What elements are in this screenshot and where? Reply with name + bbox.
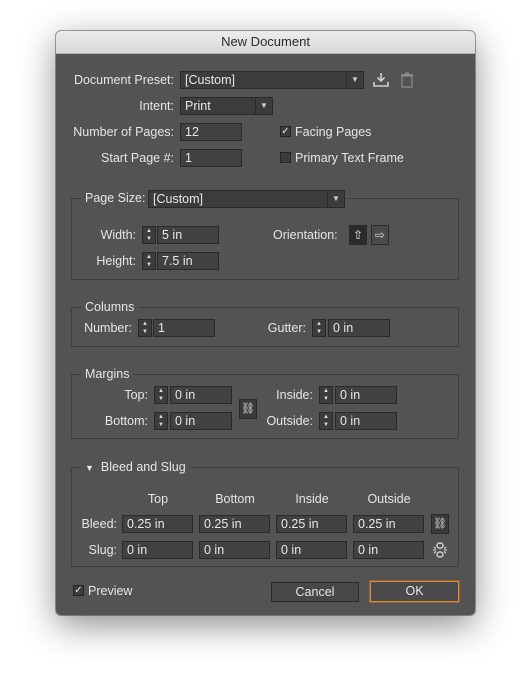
chevron-down-icon: ▼ [346, 72, 363, 88]
portrait-orientation-icon[interactable]: ⇧ [349, 225, 367, 245]
link-bleed-icon[interactable]: ⛓ [431, 514, 449, 534]
stepper-down-icon[interactable]: ▼ [320, 421, 332, 429]
gutter-stepper[interactable]: ▲ ▼ [312, 319, 326, 337]
stepper-up-icon[interactable]: ▲ [320, 413, 332, 421]
orientation-label: Orientation: [273, 228, 338, 242]
page-size-dropdown[interactable]: [Custom] ▼ [148, 190, 345, 208]
bleed-label: Bleed: [81, 517, 117, 531]
columns-number-input[interactable]: 1 [153, 319, 215, 337]
stepper-up-icon[interactable]: ▲ [320, 387, 332, 395]
page-size-value: [Custom] [153, 192, 204, 206]
stepper-down-icon[interactable]: ▼ [139, 328, 151, 336]
preview-checkbox[interactable]: ✓ [73, 585, 84, 596]
stepper-down-icon[interactable]: ▼ [143, 261, 155, 269]
chevron-down-icon: ▼ [327, 191, 344, 207]
save-preset-icon[interactable] [372, 72, 390, 88]
document-preset-value: [Custom] [185, 73, 236, 87]
bleed-bottom-input[interactable]: 0.25 in [199, 515, 270, 533]
margin-outside-label: Outside: [266, 414, 313, 428]
chevron-down-icon: ▼ [255, 98, 272, 114]
height-stepper[interactable]: ▲ ▼ [142, 252, 156, 270]
columns-number-label: Number: [84, 321, 132, 335]
facing-pages-checkbox[interactable]: ✓ [280, 126, 291, 137]
margin-inside-label: Inside: [276, 388, 313, 402]
stepper-down-icon[interactable]: ▼ [320, 395, 332, 403]
document-preset-dropdown[interactable]: [Custom] ▼ [180, 71, 364, 89]
start-page-label: Start Page #: [101, 151, 174, 165]
margin-outside-stepper[interactable]: ▲ ▼ [319, 412, 333, 430]
cancel-button[interactable]: Cancel [271, 582, 359, 602]
new-document-dialog: New Document Document Preset: [Custom] ▼… [56, 31, 475, 615]
width-label: Width: [100, 228, 136, 242]
window-title: New Document [56, 31, 475, 54]
stepper-up-icon[interactable]: ▲ [143, 253, 155, 261]
margin-bottom-input[interactable]: 0 in [170, 412, 232, 430]
width-input[interactable]: 5 in [157, 226, 219, 244]
bleed-outside-input[interactable]: 0.25 in [353, 515, 424, 533]
intent-label: Intent: [139, 99, 174, 113]
stepper-up-icon[interactable]: ▲ [143, 227, 155, 235]
number-of-pages-label: Number of Pages: [73, 125, 174, 139]
column-header-inside: Inside [295, 492, 329, 506]
stepper-down-icon[interactable]: ▼ [313, 328, 325, 336]
start-page-input[interactable]: 1 [180, 149, 242, 167]
bleed-slug-legend[interactable]: ▼ Bleed and Slug [81, 460, 190, 475]
width-stepper[interactable]: ▲ ▼ [142, 226, 156, 244]
ok-button[interactable]: OK [370, 581, 459, 602]
slug-bottom-input[interactable]: 0 in [199, 541, 270, 559]
columns-number-stepper[interactable]: ▲ ▼ [138, 319, 152, 337]
intent-dropdown[interactable]: Print ▼ [180, 97, 273, 115]
gutter-label: Gutter: [267, 321, 306, 335]
disclosure-triangle-icon[interactable]: ▼ [85, 463, 94, 473]
margin-inside-stepper[interactable]: ▲ ▼ [319, 386, 333, 404]
preview-label: Preview [88, 584, 133, 598]
margin-top-label: Top: [124, 388, 148, 402]
stepper-down-icon[interactable]: ▼ [155, 421, 167, 429]
primary-text-frame-label: Primary Text Frame [295, 151, 404, 165]
landscape-orientation-icon[interactable]: ⇨ [371, 225, 389, 245]
margins-legend: Margins [81, 367, 134, 381]
number-of-pages-input[interactable]: 12 [180, 123, 242, 141]
margin-bottom-label: Bottom: [104, 414, 148, 428]
stepper-up-icon[interactable]: ▲ [139, 320, 151, 328]
bleed-slug-label: Bleed and Slug [100, 460, 186, 474]
height-label: Height: [96, 254, 136, 268]
page-size-label: Page Size: [81, 191, 150, 205]
facing-pages-label: Facing Pages [295, 125, 372, 139]
margin-inside-input[interactable]: 0 in [335, 386, 397, 404]
slug-inside-input[interactable]: 0 in [276, 541, 347, 559]
document-preset-label: Document Preset: [73, 73, 174, 87]
gutter-input[interactable]: 0 in [328, 319, 390, 337]
delete-preset-icon[interactable] [400, 72, 414, 88]
stepper-down-icon[interactable]: ▼ [155, 395, 167, 403]
slug-outside-input[interactable]: 0 in [353, 541, 424, 559]
bleed-top-input[interactable]: 0.25 in [122, 515, 193, 533]
margin-bottom-stepper[interactable]: ▲ ▼ [154, 412, 168, 430]
primary-text-frame-checkbox[interactable] [280, 152, 291, 163]
stepper-down-icon[interactable]: ▼ [143, 235, 155, 243]
unlink-slug-icon[interactable] [431, 541, 449, 559]
stepper-up-icon[interactable]: ▲ [155, 387, 167, 395]
stepper-up-icon[interactable]: ▲ [155, 413, 167, 421]
stepper-up-icon[interactable]: ▲ [313, 320, 325, 328]
column-header-top: Top [147, 492, 169, 506]
bleed-inside-input[interactable]: 0.25 in [276, 515, 347, 533]
intent-value: Print [185, 99, 211, 113]
margin-top-stepper[interactable]: ▲ ▼ [154, 386, 168, 404]
column-header-bottom: Bottom [215, 492, 255, 506]
slug-top-input[interactable]: 0 in [122, 541, 193, 559]
column-header-outside: Outside [367, 492, 411, 506]
columns-legend: Columns [81, 300, 139, 314]
slug-label: Slug: [88, 543, 118, 557]
margin-outside-input[interactable]: 0 in [335, 412, 397, 430]
margin-top-input[interactable]: 0 in [170, 386, 232, 404]
height-input[interactable]: 7.5 in [157, 252, 219, 270]
